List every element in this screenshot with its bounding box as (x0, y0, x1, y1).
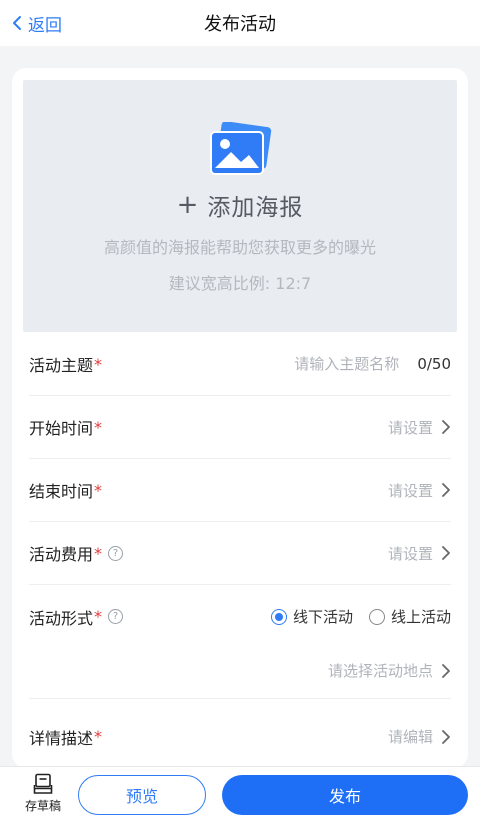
start-time-right: 请设置 (388, 417, 451, 438)
start-time-row[interactable]: 开始时间 * 请设置 (29, 396, 451, 459)
poster-ratio: 建议宽高比例: 12:7 (168, 274, 312, 293)
add-poster-label: + 添加海报 (177, 188, 304, 222)
theme-counter: 0/50 (417, 355, 451, 373)
detail-label: 详情描述 * (29, 725, 102, 749)
start-time-value: 请设置 (387, 418, 433, 437)
radio-unchecked-icon (368, 608, 385, 625)
draft-icon (33, 773, 53, 794)
detail-value: 请编辑 (387, 728, 433, 746)
end-time-label: 结束时间 * (29, 478, 102, 502)
location-selector[interactable]: 请选择活动地点 (29, 643, 451, 699)
save-draft-button[interactable]: 存草稿 (16, 773, 70, 819)
publish-button[interactable]: 发布 (222, 775, 468, 815)
required-mark: * (94, 417, 103, 437)
radio-checked-icon (270, 608, 287, 625)
format-label-text: 活动形式 (29, 608, 94, 628)
theme-label-text: 活动主题 (29, 356, 94, 375)
radio-online-label: 线上活动 (390, 608, 451, 626)
fee-right: 请设置 (388, 543, 451, 564)
plus-icon: + (176, 190, 200, 220)
chevron-right-icon (442, 420, 450, 434)
back-label: 返回 (28, 15, 62, 36)
help-icon[interactable]: ? (108, 545, 124, 561)
chevron-right-icon (442, 663, 450, 678)
chevron-right-icon (442, 729, 450, 744)
end-time-label-text: 结束时间 (29, 482, 94, 501)
start-time-label: 开始时间 * (29, 415, 102, 439)
theme-right: 0/50 (229, 355, 451, 373)
nav-bar: 返回 发布活动 (0, 0, 480, 46)
required-mark: * (94, 480, 103, 500)
page-title: 发布活动 (204, 14, 276, 35)
fee-row[interactable]: 活动费用 * ? 请设置 (29, 522, 451, 585)
radio-offline[interactable]: 线下活动 (270, 606, 353, 627)
chevron-right-icon (442, 483, 450, 497)
fee-value: 请设置 (387, 544, 433, 563)
required-mark: * (94, 727, 103, 746)
start-time-label-text: 开始时间 (29, 419, 94, 438)
chevron-left-icon (13, 16, 21, 30)
image-icon (210, 122, 272, 175)
save-draft-label: 存草稿 (24, 799, 61, 813)
end-time-value: 请设置 (387, 481, 433, 500)
fee-label-text: 活动费用 (29, 545, 94, 564)
chevron-right-icon (442, 546, 450, 560)
format-radio-group: 线下活动 线上活动 (270, 606, 451, 627)
theme-label: 活动主题 * (29, 352, 102, 376)
required-mark: * (94, 354, 103, 374)
theme-input[interactable] (229, 355, 400, 373)
end-time-right: 请设置 (388, 480, 451, 501)
bottom-action-bar: 存草稿 预览 发布 (0, 766, 480, 822)
help-icon[interactable]: ? (108, 609, 124, 624)
poster-tip: 高颜值的海报能帮助您获取更多的曝光 (103, 238, 376, 257)
add-poster-area[interactable]: + 添加海报 高颜值的海报能帮助您获取更多的曝光 建议宽高比例: 12:7 (23, 80, 457, 332)
theme-row: 活动主题 * 0/50 (29, 333, 451, 396)
radio-online[interactable]: 线上活动 (368, 606, 451, 627)
detail-label-text: 详情描述 (29, 728, 94, 748)
detail-right: 请编辑 (388, 726, 451, 747)
radio-offline-label: 线下活动 (292, 608, 353, 626)
form-card: + 添加海报 高颜值的海报能帮助您获取更多的曝光 建议宽高比例: 12:7 活动… (12, 68, 468, 768)
end-time-row[interactable]: 结束时间 * 请设置 (29, 459, 451, 522)
preview-button[interactable]: 预览 (78, 775, 206, 815)
required-mark: * (94, 607, 103, 626)
add-poster-text: 添加海报 (207, 195, 304, 221)
location-placeholder: 请选择活动地点 (327, 662, 433, 680)
format-label: 活动形式 * ? (29, 605, 124, 629)
required-mark: * (94, 543, 103, 563)
format-row: 活动形式 * ? 线下活动 线上活动 (29, 585, 451, 648)
detail-row[interactable]: 详情描述 * 请编辑 (29, 705, 451, 768)
fee-label: 活动费用 * ? (29, 541, 124, 565)
back-button[interactable]: 返回 (10, 0, 62, 46)
